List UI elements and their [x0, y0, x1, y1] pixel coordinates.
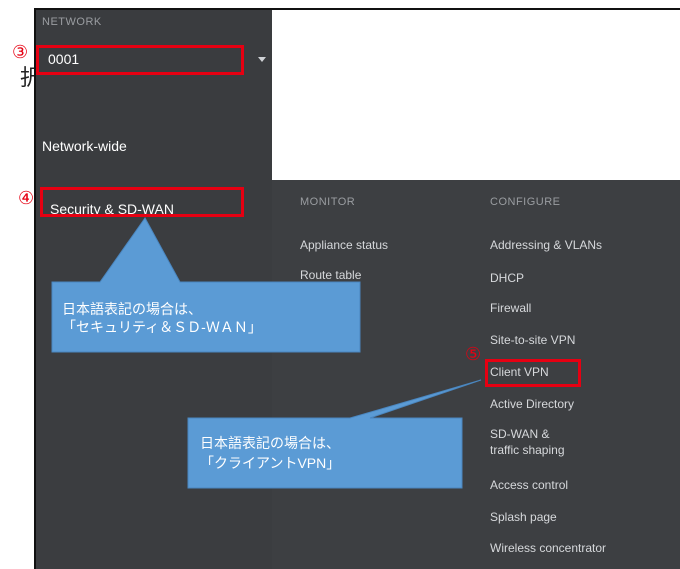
callout-2-line2: 「クライアントVPN」: [200, 455, 341, 471]
callout-1-shape: [51, 217, 482, 489]
callout-1-line1: 日本語表記の場合は、: [62, 301, 202, 317]
callout-2-line1: 日本語表記の場合は、: [200, 435, 340, 451]
callout-1-line2: 「セキュリティ＆ＳＤ-ＷＡＮ」: [62, 319, 262, 335]
